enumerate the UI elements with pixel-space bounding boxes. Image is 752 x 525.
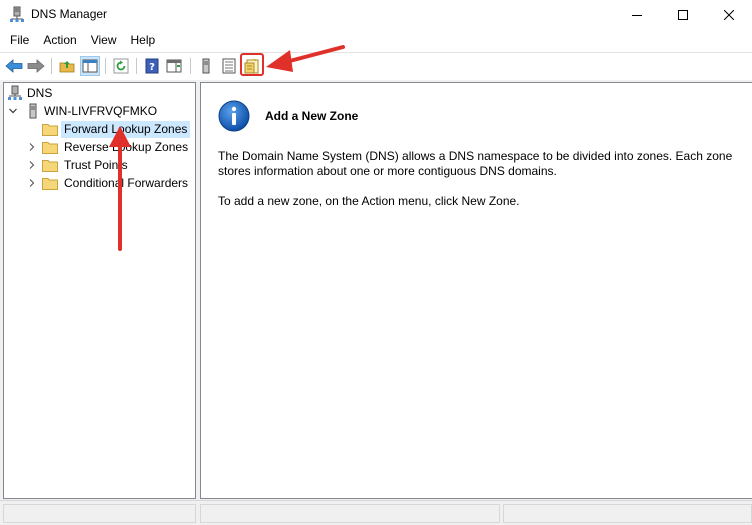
status-bar (0, 500, 752, 525)
up-one-level-button[interactable] (57, 56, 77, 76)
server-icon (202, 58, 210, 74)
dns-icon (8, 85, 22, 100)
tree-item-reverse-lookup-zones[interactable]: Reverse Lookup Zones (27, 138, 191, 156)
status-segment-left (3, 504, 196, 523)
show-hide-console-tree-icon (82, 59, 98, 73)
folder-icon (42, 141, 58, 154)
list-view-icon (222, 58, 236, 74)
tree-item-label: Conditional Forwarders (64, 175, 189, 190)
show-action-pane-button[interactable] (164, 56, 184, 76)
tree-item-trust-points[interactable]: Trust Points (27, 156, 131, 174)
content-title: Add a New Zone (265, 109, 359, 123)
results-pane: Add a New Zone The Domain Name System (D… (200, 82, 752, 499)
refresh-button[interactable] (111, 56, 131, 76)
maximize-button[interactable] (660, 0, 706, 30)
info-icon (218, 100, 250, 132)
content-instruction: To add a new zone, on the Action menu, c… (218, 194, 520, 208)
chevron-right-icon[interactable] (27, 160, 37, 170)
menu-bar: File Action View Help (0, 30, 752, 50)
dns-server-icon (10, 6, 24, 22)
tree-item-label: Trust Points (64, 157, 128, 172)
tree-root-dns[interactable]: DNS (8, 84, 52, 102)
help-button[interactable]: ? (142, 56, 162, 76)
folder-icon (42, 123, 58, 136)
minimize-button[interactable] (614, 0, 660, 30)
new-zone-highlight-box (240, 53, 264, 76)
tree-root-label: DNS (27, 85, 53, 100)
menu-view[interactable]: View (84, 30, 124, 50)
forward-arrow-icon (27, 59, 45, 73)
svg-text:?: ? (149, 62, 155, 73)
server-button[interactable] (196, 56, 216, 76)
toolbar: ? (0, 52, 752, 78)
tree-server-label: WIN-LIVFRVQFMKO (44, 103, 158, 118)
menu-help[interactable]: Help (124, 30, 163, 50)
close-icon (724, 10, 734, 20)
tree-item-conditional-forwarders[interactable]: Conditional Forwarders (27, 174, 191, 192)
status-segment-middle (200, 504, 500, 523)
help-icon: ? (145, 58, 159, 74)
window-title: DNS Manager (31, 7, 108, 21)
chevron-right-icon[interactable] (27, 178, 37, 188)
status-segment-right (503, 504, 752, 523)
up-folder-icon (59, 61, 75, 73)
chevron-right-icon[interactable] (27, 142, 37, 152)
chevron-down-icon[interactable] (8, 106, 18, 116)
title-bar: DNS Manager (0, 0, 752, 30)
show-action-pane-icon (166, 59, 182, 73)
forward-button[interactable] (26, 56, 46, 76)
menu-action[interactable]: Action (36, 30, 83, 50)
back-button[interactable] (4, 56, 24, 76)
folder-icon (42, 177, 58, 190)
main-area: DNS WIN-LIVFRVQFMKO Forward Lookup Zones (0, 80, 752, 500)
tree-item-forward-lookup-zones[interactable]: Forward Lookup Zones (42, 120, 191, 138)
menu-file[interactable]: File (0, 30, 36, 50)
refresh-icon (113, 58, 129, 74)
show-hide-console-tree-button[interactable] (80, 56, 100, 76)
tree-server[interactable]: WIN-LIVFRVQFMKO (8, 102, 157, 120)
content-description: The Domain Name System (DNS) allows a DN… (218, 149, 733, 178)
back-arrow-icon (5, 59, 23, 73)
list-view-button[interactable] (219, 56, 239, 76)
maximize-icon (678, 10, 688, 20)
folder-icon (42, 159, 58, 172)
tree-item-label: Forward Lookup Zones (61, 120, 191, 138)
server-icon (29, 103, 37, 119)
tree-item-label: Reverse Lookup Zones (64, 139, 189, 154)
close-button[interactable] (706, 0, 752, 30)
console-tree: DNS WIN-LIVFRVQFMKO Forward Lookup Zones (3, 82, 196, 499)
minimize-icon (632, 15, 642, 16)
